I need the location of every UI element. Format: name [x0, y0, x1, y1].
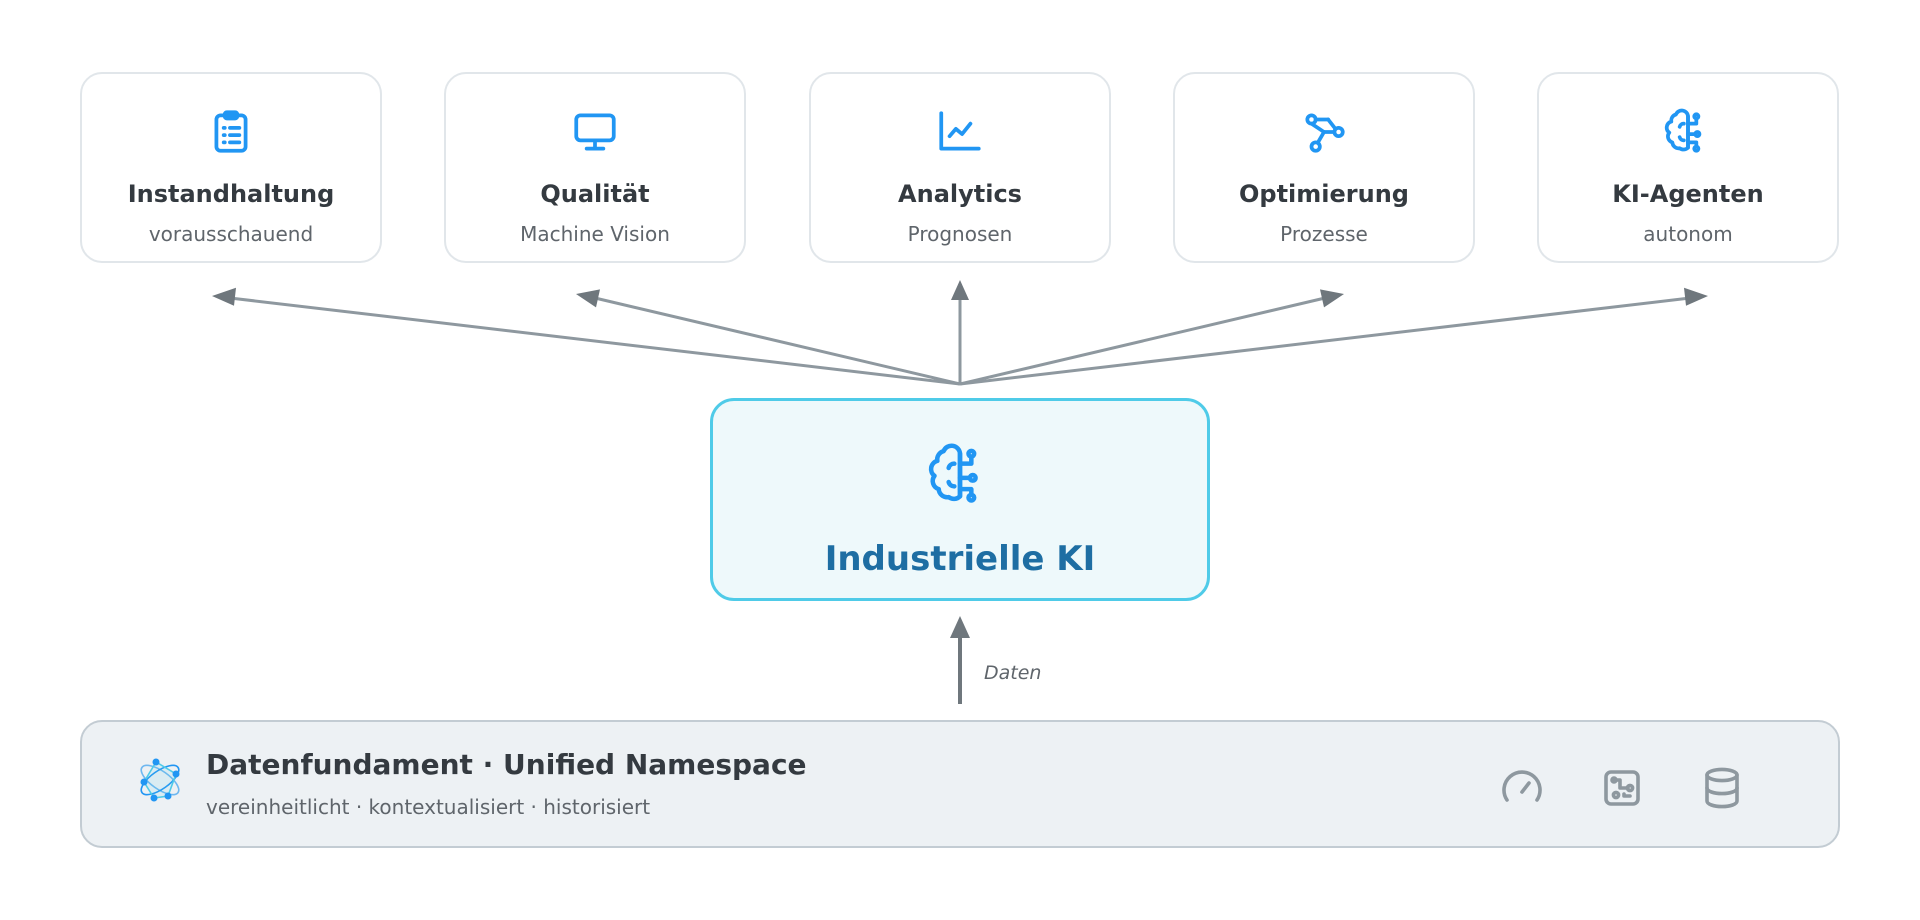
card-subtitle: Machine Vision: [520, 222, 670, 246]
foundation-title: Datenfundament · Unified Namespace: [206, 748, 807, 781]
arrow-to-instandhaltung: [229, 296, 961, 386]
gauge-icon: [1498, 764, 1546, 812]
data-flow-arrow: [950, 616, 970, 704]
circuit-board-icon: [1598, 764, 1646, 812]
card-title: Instandhaltung: [127, 180, 335, 208]
data-foundation-bar: Datenfundament · Unified Namespace verei…: [80, 720, 1840, 848]
line-chart-icon: [935, 107, 985, 157]
card-subtitle: Prozesse: [1280, 222, 1368, 246]
network-logo-icon: [132, 752, 188, 808]
arrowhead-instandhaltung: [212, 287, 236, 306]
card-subtitle: autonom: [1643, 222, 1733, 246]
arrowhead-ki-agenten: [1684, 287, 1708, 306]
arrowhead-qualitaet: [576, 289, 600, 308]
brain-circuit-icon: [1663, 107, 1713, 157]
arrowhead-optimierung: [1320, 289, 1344, 308]
node-title: Industrielle KI: [824, 539, 1096, 579]
data-flow-label: Daten: [984, 662, 1042, 684]
fan-out-arrows: [229, 296, 1691, 386]
card-optimierung: Optimierung Prozesse: [1173, 72, 1475, 263]
arrowhead-analytics: [951, 280, 969, 300]
card-title: KI-Agenten: [1612, 180, 1764, 208]
workflow-icon: [1299, 107, 1349, 157]
arrow-to-qualitaet: [594, 296, 961, 386]
card-title: Analytics: [898, 180, 1022, 208]
card-qualitaet: Qualität Machine Vision: [444, 72, 746, 263]
database-icon: [1698, 764, 1746, 812]
arrow-to-optimierung: [959, 296, 1326, 386]
foundation-subtitle: vereinheitlicht · kontextualisiert · his…: [206, 795, 651, 819]
card-ki-agenten: KI-Agenten autonom: [1537, 72, 1839, 263]
card-subtitle: Prognosen: [907, 222, 1013, 246]
industrielle-ki-node: Industrielle KI: [710, 398, 1210, 601]
clipboard-list-icon: [206, 107, 256, 157]
arrow-to-ki-agenten: [959, 296, 1691, 386]
monitor-icon: [570, 107, 620, 157]
card-subtitle: vorausschauend: [148, 222, 314, 246]
card-title: Optimierung: [1239, 180, 1409, 208]
card-title: Qualität: [540, 180, 650, 208]
card-analytics: Analytics Prognosen: [809, 72, 1111, 263]
card-instandhaltung: Instandhaltung vorausschauend: [80, 72, 382, 263]
brain-circuit-icon: [926, 441, 994, 509]
